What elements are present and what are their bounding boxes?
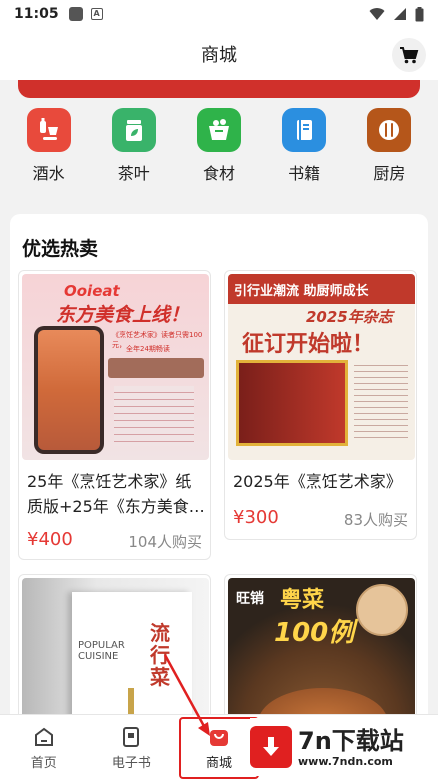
nav-label: 电子书 — [111, 755, 151, 771]
tea-icon — [111, 108, 156, 152]
a-badge-icon: A — [90, 8, 103, 20]
product-image-text: 旺销 — [236, 591, 264, 607]
banner-carousel[interactable] — [18, 80, 420, 98]
product-image: 引行业潮流 助厨师成长 2025年杂志 征订开始啦！ — [228, 274, 415, 460]
magazine-stack — [236, 360, 348, 446]
product-image-subtitle: 2025年杂志 — [306, 308, 393, 326]
product-image-text: POPULAR CUISINE — [78, 640, 125, 662]
watermark-url: www.7ndn.com — [298, 754, 393, 768]
home-icon — [34, 727, 53, 746]
category-books[interactable]: 书籍 — [264, 108, 344, 198]
product-card[interactable]: Ooieat 东方美食上线！ 《烹饪艺术家》读者只需100元， 全年24期畅读 … — [18, 270, 211, 560]
category-tea[interactable]: 茶叶 — [94, 108, 174, 198]
section-title: 优选热卖 — [22, 238, 99, 260]
product-image-banner: 引行业潮流 助厨师成长 — [228, 274, 415, 304]
category-label: 酒水 — [32, 164, 65, 183]
product-image: Ooieat 东方美食上线！ 《烹饪艺术家》读者只需100元， 全年24期畅读 — [22, 274, 209, 460]
notification-icon — [68, 7, 83, 21]
download-icon — [250, 726, 292, 768]
category-label: 食材 — [202, 164, 235, 183]
category-row: 酒水 茶叶 食材 书籍 厨房 — [0, 108, 438, 198]
book-icon — [282, 108, 327, 152]
status-bar: 11:05 A — [0, 0, 438, 28]
cart-icon — [400, 47, 419, 64]
product-price: ¥300 — [233, 507, 279, 528]
product-image-text: 全年24期畅读 — [126, 345, 170, 353]
status-time: 11:05 — [14, 6, 59, 22]
text-lines — [114, 386, 194, 446]
product-image-headline: 粤菜 — [280, 588, 325, 613]
product-name: 2025年《烹饪艺术家》 — [233, 472, 402, 491]
product-image-headline: 征订开始啦！ — [242, 332, 375, 357]
product-name: 25年《烹饪艺术家》纸质版+25年《东方美食… — [27, 472, 205, 516]
groceries-icon — [196, 108, 241, 152]
category-wine[interactable]: 酒水 — [9, 108, 89, 198]
battery-icon — [415, 6, 424, 21]
product-sold-count: 83人购买 — [343, 511, 408, 529]
category-kitchen[interactable]: 厨房 — [349, 108, 429, 198]
signal-icon — [394, 8, 406, 20]
kitchen-icon — [367, 108, 412, 152]
text-lines — [354, 360, 408, 440]
category-groceries[interactable]: 食材 — [179, 108, 259, 198]
watermark-title: 7n下载站 — [298, 726, 404, 755]
hot-selling-panel: 优选热卖 Ooieat 东方美食上线！ 《烹饪艺术家》读者只需100元， 全年2… — [10, 214, 428, 754]
product-image-headline: 流行菜 — [150, 621, 170, 689]
app-header: 商城 — [0, 28, 438, 80]
phone-mockup — [34, 326, 104, 454]
page-title: 商城 — [201, 45, 237, 66]
watermark: 7n下载站 www.7ndn.com — [250, 718, 434, 776]
lotus-root-icon — [356, 584, 408, 636]
product-sold-count: 104人购买 — [128, 533, 202, 551]
nav-home[interactable]: 首页 — [0, 715, 88, 780]
wine-icon — [26, 108, 71, 152]
chef-photos — [108, 358, 204, 378]
cart-button[interactable] — [392, 38, 426, 72]
wifi-icon — [369, 8, 385, 20]
ebook-icon — [123, 726, 140, 747]
category-label: 书籍 — [288, 164, 321, 183]
category-label: 茶叶 — [117, 164, 150, 183]
product-image-logo: Ooieat — [64, 282, 120, 300]
product-image-subtitle: 100例 — [274, 618, 355, 648]
product-card[interactable]: 引行业潮流 助厨师成长 2025年杂志 征订开始啦！ 2025年《烹饪艺术家》 … — [224, 270, 417, 540]
nav-label: 首页 — [30, 755, 57, 771]
category-label: 厨房 — [373, 164, 406, 183]
product-price: ¥400 — [27, 529, 73, 550]
active-highlight — [179, 717, 260, 779]
nav-ebook[interactable]: 电子书 — [88, 715, 176, 780]
product-image-headline: 东方美食上线！ — [56, 304, 190, 326]
